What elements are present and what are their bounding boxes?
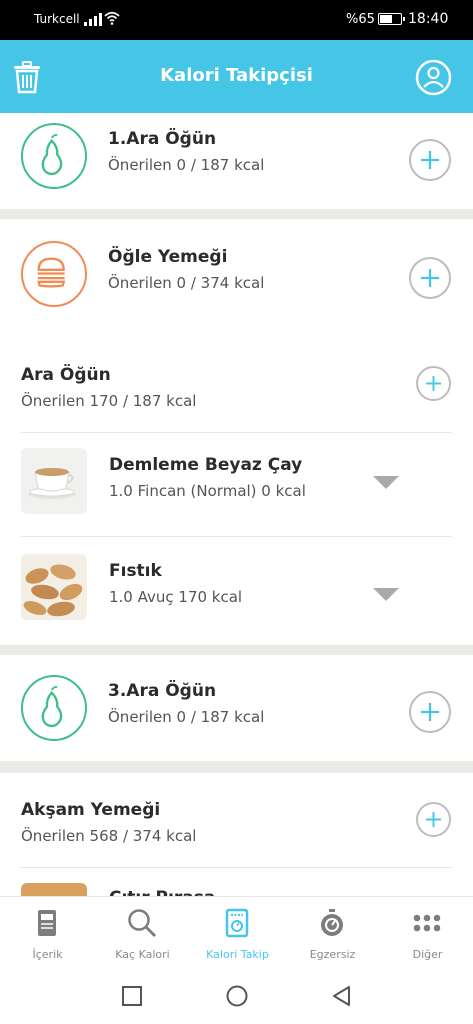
meal-recommended: Önerilen 0 / 187 kcal bbox=[108, 156, 265, 174]
nav-label: Kaç Kalori bbox=[115, 948, 170, 961]
home-icon[interactable] bbox=[225, 984, 249, 1008]
food-name: Demleme Beyaz Çay bbox=[109, 455, 303, 475]
add-food-button[interactable] bbox=[416, 802, 451, 837]
meal-title: Akşam Yemeği bbox=[21, 800, 161, 820]
pear-icon bbox=[21, 675, 87, 741]
signal-icon bbox=[84, 12, 102, 26]
nav-label: İçerik bbox=[32, 948, 63, 961]
carrier-label: Turkcell bbox=[34, 12, 80, 26]
meal-list[interactable]: 1.Ara Öğün Önerilen 0 / 187 kcal Öğle Ye… bbox=[0, 113, 473, 896]
meal-title: Ara Öğün bbox=[21, 365, 111, 385]
battery-percent: %65 bbox=[346, 12, 375, 27]
stopwatch-icon bbox=[321, 909, 343, 936]
add-food-button[interactable] bbox=[416, 366, 451, 401]
nav-item-icerik[interactable]: İçerik bbox=[0, 897, 95, 969]
food-portion: 1.0 Avuç 170 kcal bbox=[109, 588, 243, 606]
nav-item-diger[interactable]: Diğer bbox=[380, 897, 473, 969]
status-bar: Turkcell %65 18:40 bbox=[0, 0, 473, 40]
meal-card-aksam-yemegi[interactable]: Akşam Yemeği Önerilen 568 / 374 kcal Çıt… bbox=[0, 773, 473, 896]
pear-icon bbox=[21, 123, 87, 189]
nav-item-kac-kalori[interactable]: Kaç Kalori bbox=[95, 897, 190, 969]
tea-cup-image bbox=[21, 448, 87, 514]
meal-card-ara-ogun-3[interactable]: 3.Ara Öğün Önerilen 0 / 187 kcal bbox=[0, 655, 473, 761]
meal-card-ara-ogun-1[interactable]: 1.Ara Öğün Önerilen 0 / 187 kcal bbox=[0, 113, 473, 209]
meal-recommended: Önerilen 0 / 187 kcal bbox=[108, 708, 265, 726]
battery-icon bbox=[378, 13, 405, 25]
add-food-button[interactable] bbox=[409, 257, 451, 299]
meal-card-ara-ogun[interactable]: Ara Öğün Önerilen 170 / 187 kcal Demleme… bbox=[0, 338, 473, 645]
nav-item-egzersiz[interactable]: Egzersiz bbox=[285, 897, 380, 969]
back-icon[interactable] bbox=[330, 984, 354, 1008]
page-title: Kalori Takipçisi bbox=[160, 65, 313, 86]
food-portion: 1.0 Fincan (Normal) 0 kcal bbox=[109, 482, 306, 500]
meal-title: 1.Ara Öğün bbox=[108, 129, 217, 149]
divider bbox=[21, 867, 452, 868]
divider bbox=[21, 536, 452, 537]
search-icon bbox=[128, 909, 157, 938]
expand-caret-icon[interactable] bbox=[373, 588, 399, 601]
nav-label: Egzersiz bbox=[309, 948, 356, 961]
document-icon bbox=[38, 910, 56, 936]
add-food-button[interactable] bbox=[409, 691, 451, 733]
meal-recommended: Önerilen 568 / 374 kcal bbox=[21, 827, 197, 845]
bottom-nav: İçerik Kaç Kalori Kalori Takip Egzersiz … bbox=[0, 896, 473, 968]
profile-icon[interactable] bbox=[415, 59, 452, 96]
nav-item-kalori-takip[interactable]: Kalori Takip bbox=[190, 897, 285, 969]
divider bbox=[21, 432, 452, 433]
burger-icon bbox=[21, 241, 87, 307]
app-header: Kalori Takipçisi bbox=[0, 40, 473, 113]
meal-recommended: Önerilen 0 / 374 kcal bbox=[108, 274, 265, 292]
recents-icon[interactable] bbox=[120, 984, 144, 1008]
wifi-icon bbox=[104, 11, 120, 25]
clock: 18:40 bbox=[408, 11, 449, 27]
nav-label: Kalori Takip bbox=[206, 948, 269, 961]
system-nav-bar bbox=[0, 968, 473, 1024]
leek-dish-image bbox=[21, 883, 87, 896]
meal-recommended: Önerilen 170 / 187 kcal bbox=[21, 392, 197, 410]
meal-title: Öğle Yemeği bbox=[108, 247, 228, 267]
meal-title: 3.Ara Öğün bbox=[108, 681, 217, 701]
expand-caret-icon[interactable] bbox=[373, 476, 399, 489]
peanut-image bbox=[21, 554, 87, 620]
food-name: Fıstık bbox=[109, 561, 162, 581]
more-grid-icon bbox=[413, 914, 441, 932]
screen: Turkcell %65 18:40 Kalori Takipçisi 1.Ar… bbox=[0, 0, 473, 1024]
nav-label: Diğer bbox=[412, 948, 443, 961]
food-name: Çıtır Pırasa bbox=[109, 888, 215, 896]
scale-icon bbox=[225, 908, 249, 938]
add-food-button[interactable] bbox=[409, 139, 451, 181]
